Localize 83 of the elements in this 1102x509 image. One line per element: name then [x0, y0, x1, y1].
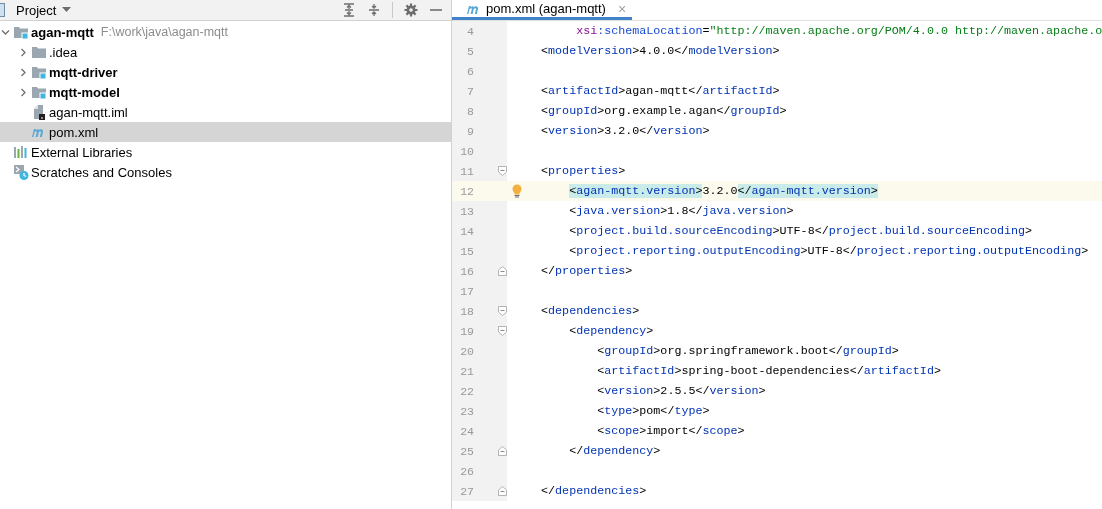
code-line: <version>2.5.5</version> — [597, 384, 766, 398]
caret-icon[interactable] — [62, 7, 72, 13]
code-line: <artifactId>agan-mqtt</artifactId> — [541, 84, 780, 98]
line-number: 17 — [459, 284, 474, 298]
line-number: 20 — [459, 344, 474, 358]
line-number: 19 — [459, 324, 474, 338]
code-line: <groupId>org.example.agan</groupId> — [541, 104, 787, 118]
fold-marker-icon[interactable] — [498, 486, 507, 496]
line-number: 13 — [459, 204, 474, 218]
line-number: 9 — [466, 124, 474, 138]
line-number: 5 — [466, 44, 474, 58]
folder-icon — [31, 44, 47, 60]
code-line: </dependencies> — [541, 484, 647, 498]
code-line: <project.build.sourceEncoding>UTF-8</project.build.sourceEncoding> — [569, 224, 1033, 238]
fold-marker-icon[interactable] — [498, 166, 507, 176]
tree-item-label: agan-mqtt — [31, 24, 94, 40]
code-line: <java.version>1.8</java.version> — [569, 204, 794, 218]
code-line: </dependency> — [569, 444, 661, 458]
line-number: 6 — [466, 64, 474, 78]
expand-all-icon[interactable] — [342, 3, 356, 17]
tree-item-label: agan-mqtt.iml — [49, 104, 128, 120]
code-line: <project.reporting.outputEncoding>UTF-8</project.reporting.outputEncoding> — [569, 244, 1089, 258]
module-folder-icon — [31, 84, 47, 100]
line-number: 22 — [459, 384, 474, 398]
fold-marker-icon[interactable] — [498, 266, 507, 276]
code-line: xsi:schemaLocation="http://maven.apache.org/POM/4.0.0 http://maven.apache.o — [576, 24, 1102, 38]
tree-item[interactable]: pom.xml — [0, 122, 451, 142]
line-number: 23 — [459, 404, 474, 418]
code-line: <properties> — [541, 164, 626, 178]
line-number: 14 — [459, 224, 474, 238]
tree-item-label: Scratches and Consoles — [31, 164, 172, 180]
code-line: <groupId>org.springframework.boot</groupId> — [597, 344, 899, 358]
tree-item[interactable]: External Libraries — [0, 142, 451, 162]
code-line: <type>pom</type> — [597, 404, 710, 418]
project-path: F:\work\java\agan-mqtt — [100, 25, 228, 39]
tree-item[interactable]: mqtt-driver — [0, 62, 451, 82]
tree-item[interactable]: Scratches and Consoles — [0, 162, 451, 182]
libraries-icon — [13, 144, 29, 160]
line-number: 12 — [459, 184, 474, 198]
code-line: <version>3.2.0</version> — [541, 124, 710, 138]
line-number: 18 — [459, 304, 474, 318]
line-number: 11 — [459, 164, 474, 178]
code-line: <dependencies> — [541, 304, 640, 318]
module-folder-icon — [13, 24, 29, 40]
scratches-icon — [13, 164, 29, 180]
panel-title[interactable]: Project — [16, 2, 57, 18]
line-number: 4 — [466, 24, 474, 38]
code-line: <dependency> — [569, 324, 654, 338]
tree-item-label: mqtt-model — [49, 84, 120, 100]
line-number: 7 — [466, 84, 474, 98]
collapse-all-icon[interactable] — [367, 3, 381, 17]
line-number: 8 — [466, 104, 474, 118]
settings-icon[interactable] — [404, 3, 418, 17]
line-number: 10 — [459, 144, 474, 158]
code-line: <artifactId>spring-boot-dependencies</artifactId> — [597, 364, 941, 378]
tree-item[interactable]: agan-mqtt.iml — [0, 102, 451, 122]
fold-marker-icon[interactable] — [498, 446, 507, 456]
tree-item[interactable]: .idea — [0, 42, 451, 62]
line-number: 15 — [459, 244, 474, 258]
line-number: 24 — [459, 424, 474, 438]
module-folder-icon — [31, 64, 47, 80]
tree-item-label: External Libraries — [31, 144, 133, 160]
tree-item-label: mqtt-driver — [49, 64, 118, 80]
fold-marker-icon[interactable] — [498, 306, 507, 316]
code-line: <agan-mqtt.version>3.2.0</agan-mqtt.version> — [569, 184, 878, 198]
fold-marker-icon[interactable] — [498, 326, 507, 336]
code-line: <scope>import</scope> — [597, 424, 745, 438]
tree-item[interactable]: mqtt-model — [0, 82, 451, 102]
line-number: 27 — [459, 484, 474, 498]
line-number: 21 — [459, 364, 474, 378]
editor-tab[interactable]: pom.xml (agan-mqtt) × — [452, 0, 633, 20]
tree-item-label: .idea — [49, 44, 78, 60]
line-number: 26 — [459, 464, 474, 478]
code-line: <modelVersion>4.0.0</modelVersion> — [541, 44, 780, 58]
line-number: 25 — [459, 444, 474, 458]
code-line: </properties> — [541, 264, 633, 278]
chevron-down-icon[interactable] — [0, 27, 10, 37]
project-icon — [0, 3, 5, 17]
line-number: 16 — [459, 264, 474, 278]
tree-item[interactable]: agan-mqtt F:\work\java\agan-mqtt — [0, 22, 451, 42]
file-icon — [31, 104, 47, 120]
lightbulb-icon[interactable] — [511, 184, 523, 198]
tree-item-label: pom.xml — [49, 124, 99, 140]
